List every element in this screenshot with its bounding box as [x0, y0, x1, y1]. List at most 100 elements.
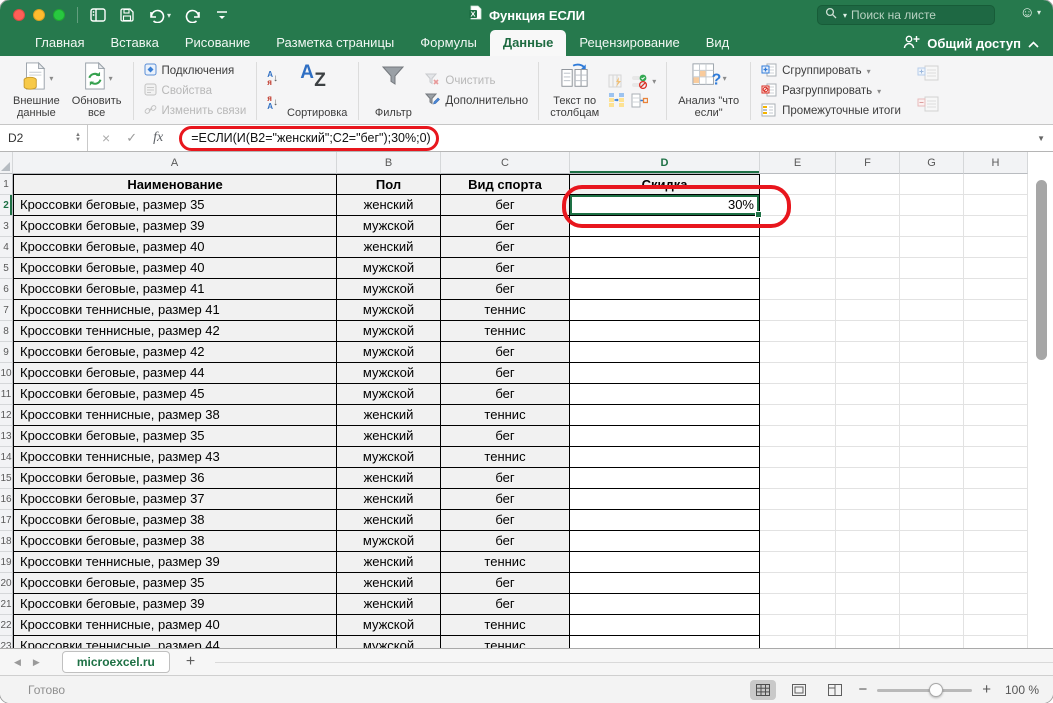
cell-B21[interactable]: женский [337, 594, 441, 615]
vertical-scrollbar[interactable] [1036, 180, 1047, 360]
cell-E1[interactable] [760, 174, 836, 195]
cell-C5[interactable]: бег [441, 258, 570, 279]
zoom-window-button[interactable] [53, 9, 65, 21]
cell-H21[interactable] [964, 594, 1028, 615]
cell-H20[interactable] [964, 573, 1028, 594]
edit-links-button[interactable]: Изменить связи [144, 103, 247, 120]
insert-function-icon[interactable]: fx [153, 130, 163, 146]
cell-C22[interactable]: теннис [441, 615, 570, 636]
row-header-22[interactable]: 22 [0, 615, 13, 636]
name-box[interactable]: D2 ▲▼ [0, 125, 88, 151]
cell-B15[interactable]: женский [337, 468, 441, 489]
row-header-11[interactable]: 11 [0, 384, 13, 405]
cell-A10[interactable]: Кроссовки беговые, размер 44 [13, 363, 337, 384]
cell-H18[interactable] [964, 531, 1028, 552]
column-header-E[interactable]: E [760, 152, 836, 174]
cell-E6[interactable] [760, 279, 836, 300]
row-header-6[interactable]: 6 [0, 279, 13, 300]
group-button[interactable]: Сгруппировать ▾ [761, 63, 901, 80]
cell-G15[interactable] [900, 468, 964, 489]
cell-B13[interactable]: женский [337, 426, 441, 447]
cell-G8[interactable] [900, 321, 964, 342]
cell-G19[interactable] [900, 552, 964, 573]
cell-D22[interactable] [570, 615, 760, 636]
cell-E23[interactable] [760, 636, 836, 648]
cancel-entry-icon[interactable]: × [102, 130, 110, 146]
cell-H6[interactable] [964, 279, 1028, 300]
cell-A5[interactable]: Кроссовки беговые, размер 40 [13, 258, 337, 279]
cell-C15[interactable]: бег [441, 468, 570, 489]
ungroup-caret-icon[interactable]: ▾ [877, 87, 881, 96]
group-caret-icon[interactable]: ▾ [867, 67, 871, 76]
cell-G13[interactable] [900, 426, 964, 447]
prev-sheet-icon[interactable]: ◀ [14, 657, 21, 668]
cell-E7[interactable] [760, 300, 836, 321]
cell-E17[interactable] [760, 510, 836, 531]
cell-F21[interactable] [836, 594, 900, 615]
row-header-5[interactable]: 5 [0, 258, 13, 279]
cell-A11[interactable]: Кроссовки беговые, размер 45 [13, 384, 337, 405]
cell-F10[interactable] [836, 363, 900, 384]
column-header-H[interactable]: H [964, 152, 1028, 174]
subtotals-button[interactable]: Промежуточные итоги [761, 103, 901, 120]
cell-F12[interactable] [836, 405, 900, 426]
tab-vid[interactable]: Вид [693, 30, 743, 56]
cell-H17[interactable] [964, 510, 1028, 531]
zoom-slider-thumb[interactable] [929, 683, 943, 697]
collapse-ribbon-icon[interactable] [1028, 36, 1039, 51]
cell-B4[interactable]: женский [337, 237, 441, 258]
cell-H16[interactable] [964, 489, 1028, 510]
zoom-out-button[interactable]: − [858, 681, 867, 698]
expand-formula-bar-icon[interactable]: ▼ [1037, 134, 1045, 143]
cell-C12[interactable]: теннис [441, 405, 570, 426]
cell-H23[interactable] [964, 636, 1028, 648]
cell-H1[interactable] [964, 174, 1028, 195]
properties-button[interactable]: Свойства [144, 83, 247, 100]
close-window-button[interactable] [13, 9, 25, 21]
cell-D13[interactable] [570, 426, 760, 447]
cell-G10[interactable] [900, 363, 964, 384]
cell-G17[interactable] [900, 510, 964, 531]
refresh-all-caret-icon[interactable]: ▾ [109, 74, 113, 83]
cell-H19[interactable] [964, 552, 1028, 573]
search-scope-caret-icon[interactable]: ▾ [843, 11, 847, 20]
cell-F8[interactable] [836, 321, 900, 342]
cell-H12[interactable] [964, 405, 1028, 426]
cell-F5[interactable] [836, 258, 900, 279]
select-all-corner[interactable] [0, 152, 13, 174]
cell-D15[interactable] [570, 468, 760, 489]
cell-E15[interactable] [760, 468, 836, 489]
cell-A7[interactable]: Кроссовки теннисные, размер 41 [13, 300, 337, 321]
minimize-window-button[interactable] [33, 9, 45, 21]
cell-A20[interactable]: Кроссовки беговые, размер 35 [13, 573, 337, 594]
cell-B14[interactable]: мужской [337, 447, 441, 468]
column-header-C[interactable]: C [441, 152, 570, 174]
cell-C19[interactable]: теннис [441, 552, 570, 573]
row-header-20[interactable]: 20 [0, 573, 13, 594]
cell-H8[interactable] [964, 321, 1028, 342]
cell-B3[interactable]: мужской [337, 216, 441, 237]
normal-view-button[interactable] [750, 680, 776, 700]
cell-E18[interactable] [760, 531, 836, 552]
cell-A13[interactable]: Кроссовки беговые, размер 35 [13, 426, 337, 447]
page-layout-view-button[interactable] [786, 680, 812, 700]
sheet-tab-active[interactable]: microexcel.ru [62, 651, 170, 673]
cell-G18[interactable] [900, 531, 964, 552]
cell-A3[interactable]: Кроссовки беговые, размер 39 [13, 216, 337, 237]
cell-E2[interactable] [760, 195, 836, 216]
row-header-9[interactable]: 9 [0, 342, 13, 363]
confirm-entry-icon[interactable]: ✓ [126, 130, 137, 146]
cell-B9[interactable]: мужской [337, 342, 441, 363]
zoom-in-button[interactable]: + [982, 681, 991, 698]
cell-F20[interactable] [836, 573, 900, 594]
cell-D5[interactable] [570, 258, 760, 279]
cell-E12[interactable] [760, 405, 836, 426]
add-sheet-button[interactable]: + [186, 653, 195, 671]
cell-B22[interactable]: мужской [337, 615, 441, 636]
ungroup-button[interactable]: Разгруппировать ▾ [761, 83, 901, 100]
cell-E21[interactable] [760, 594, 836, 615]
cell-C7[interactable]: теннис [441, 300, 570, 321]
cell-A1[interactable]: Наименование [13, 174, 337, 195]
tab-risovanie[interactable]: Рисование [172, 30, 263, 56]
cell-A15[interactable]: Кроссовки беговые, размер 36 [13, 468, 337, 489]
